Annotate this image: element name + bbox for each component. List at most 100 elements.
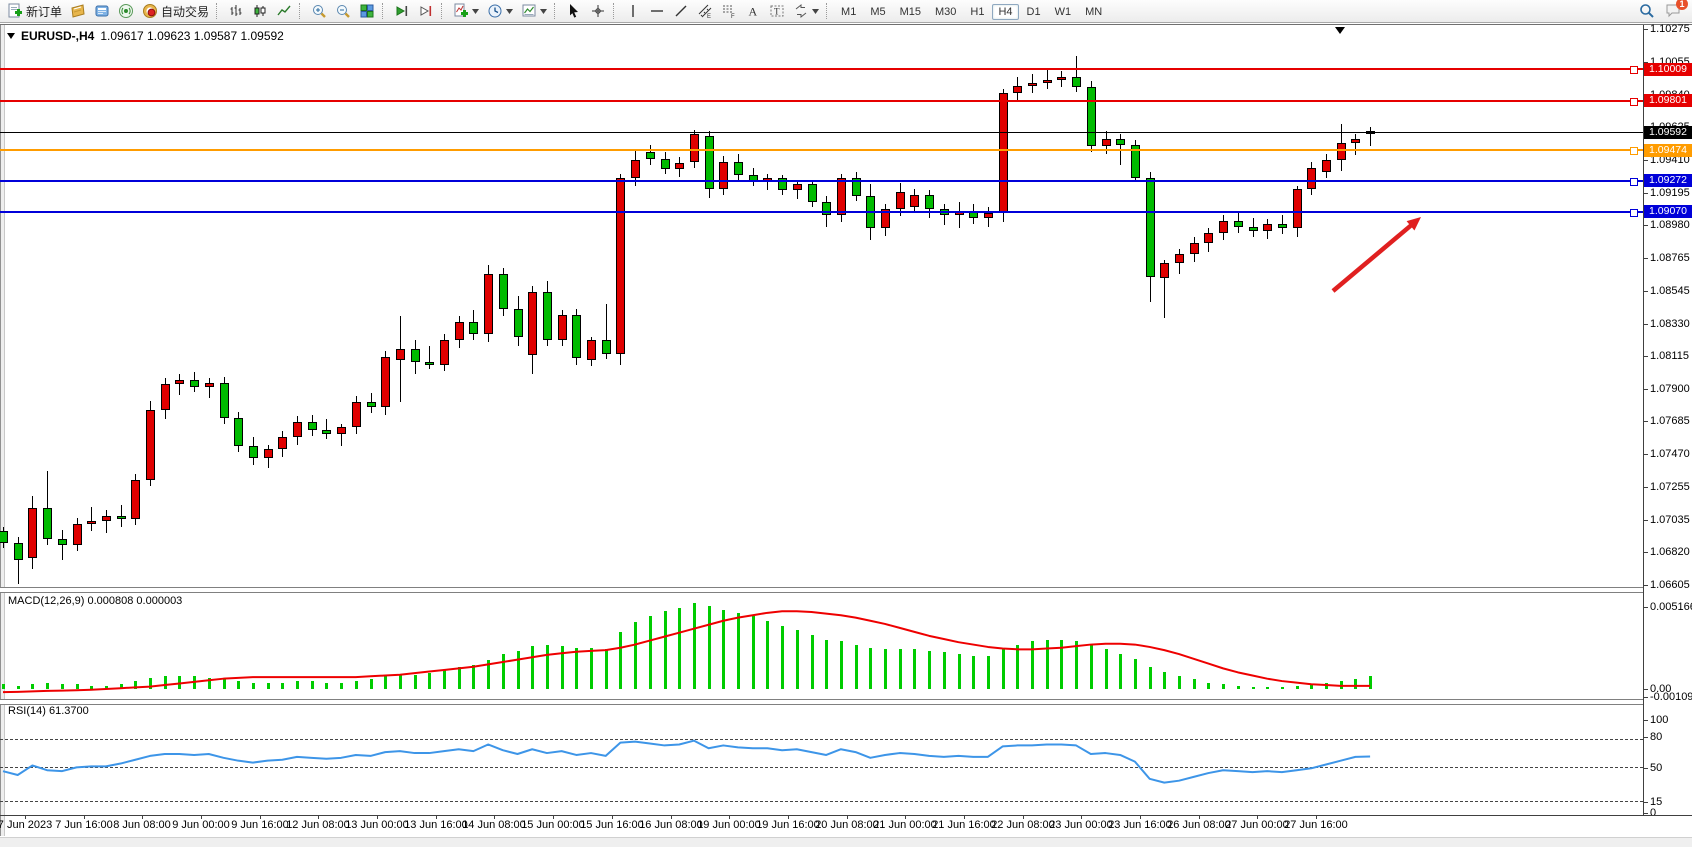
pane-splitter[interactable] <box>0 587 1643 593</box>
text-tool[interactable]: A <box>741 0 765 22</box>
macd-histogram-bar <box>619 632 622 689</box>
arrow-objects-icon <box>793 3 809 19</box>
auto-scroll-icon <box>394 3 410 19</box>
time-axis-label: 9 Jun 00:00 <box>172 819 230 831</box>
auto-scroll-button[interactable] <box>390 0 414 22</box>
macd-histogram-bar <box>1266 687 1269 689</box>
vertical-line-tool[interactable] <box>621 0 645 22</box>
candle-bullish <box>278 437 287 449</box>
toolbar-separator <box>554 3 559 19</box>
price-level-line[interactable] <box>0 68 1643 70</box>
macd-histogram-bar <box>664 611 667 689</box>
tab-timeframe-M1[interactable]: M1 <box>835 4 862 20</box>
price-level-line[interactable] <box>0 149 1643 151</box>
tab-timeframe-MN[interactable]: MN <box>1079 4 1108 20</box>
candle-wick <box>959 202 960 228</box>
market-watch-button[interactable] <box>66 0 90 22</box>
candlestick-chart-button[interactable] <box>248 0 272 22</box>
price-axis-label: 1.07470 <box>1650 448 1690 460</box>
text-label-tool[interactable]: T <box>765 0 789 22</box>
mt4-window: 新订单 自动交易 <box>0 0 1692 845</box>
candle-bearish <box>411 349 420 361</box>
annotation-arrow-head[interactable] <box>1407 217 1421 230</box>
terminal-button[interactable] <box>90 0 114 22</box>
trendline-tool[interactable] <box>669 0 693 22</box>
price-level-line[interactable] <box>0 211 1643 213</box>
candle-bearish <box>646 152 655 158</box>
fibonacci-tool[interactable]: F <box>717 0 741 22</box>
macd-histogram-bar <box>811 635 814 689</box>
fibonacci-icon: F <box>721 3 737 19</box>
tab-timeframe-W1[interactable]: W1 <box>1049 4 1078 20</box>
tab-timeframe-H1[interactable]: H1 <box>964 4 990 20</box>
line-handle[interactable] <box>1630 209 1638 217</box>
timeframe-group: M1M5M15M30H1H4D1W1MN <box>834 4 1109 18</box>
candle-bearish <box>220 383 229 418</box>
zoom-in-button[interactable] <box>307 0 331 22</box>
chart-shift-marker[interactable] <box>1335 27 1345 34</box>
notifications-button[interactable]: 1 <box>1665 2 1681 21</box>
tab-timeframe-D1[interactable]: D1 <box>1021 4 1047 20</box>
line-handle[interactable] <box>1630 98 1638 106</box>
candle-bearish <box>925 195 934 209</box>
pane-splitter[interactable] <box>0 699 1643 705</box>
ohlc-values: 1.09617 1.09623 1.09587 1.09592 <box>100 29 284 43</box>
tab-timeframe-H4[interactable]: H4 <box>992 4 1018 20</box>
line-chart-button[interactable] <box>272 0 296 22</box>
candle-bullish <box>616 178 625 354</box>
price-line-badge: 1.09070 <box>1644 205 1692 218</box>
crosshair-button[interactable] <box>586 0 610 22</box>
equidistant-channel-tool[interactable]: E <box>693 0 717 22</box>
price-axis-label: 1.06605 <box>1650 579 1690 591</box>
auto-trading-button[interactable]: 自动交易 <box>138 0 213 22</box>
macd-histogram-bar <box>913 649 916 689</box>
signals-button[interactable] <box>114 0 138 22</box>
window-left-edge <box>0 25 5 836</box>
macd-histogram-bar <box>678 608 681 689</box>
chart-shift-button[interactable] <box>414 0 438 22</box>
tab-timeframe-M5[interactable]: M5 <box>864 4 891 20</box>
indicators-button[interactable] <box>449 0 483 22</box>
zoom-out-button[interactable] <box>331 0 355 22</box>
macd-histogram-bar <box>487 660 490 689</box>
chevron-down-icon <box>540 9 547 14</box>
candle-bullish <box>102 516 111 521</box>
candle-bullish <box>910 195 919 207</box>
candle-bullish <box>558 315 567 341</box>
macd-label: MACD(12,26,9) 0.000808 0.000003 <box>8 595 182 607</box>
price-level-line[interactable] <box>0 180 1643 182</box>
arrows-tool[interactable] <box>789 0 823 22</box>
line-handle[interactable] <box>1630 178 1638 186</box>
bar-chart-button[interactable] <box>224 0 248 22</box>
tab-timeframe-M15[interactable]: M15 <box>894 4 927 20</box>
macd-histogram-bar <box>1105 649 1108 689</box>
macd-histogram-bar <box>943 652 946 689</box>
templates-button[interactable] <box>517 0 551 22</box>
new-order-button[interactable]: 新订单 <box>3 0 66 22</box>
candle-bullish <box>1322 160 1331 172</box>
svg-text:A: A <box>749 5 758 19</box>
symbol-collapse-icon[interactable] <box>7 33 15 39</box>
cursor-button[interactable] <box>562 0 586 22</box>
current-price-line[interactable] <box>0 132 1643 133</box>
time-axis-label: 15 Jun 16:00 <box>580 819 644 831</box>
periods-button[interactable] <box>483 0 517 22</box>
candle-wick <box>179 374 180 395</box>
macd-histogram-bar <box>223 679 226 689</box>
price-axis-label: 1.10275 <box>1650 23 1690 35</box>
time-axis-label: 20 Jun 08:00 <box>815 819 879 831</box>
search-icon[interactable] <box>1639 3 1655 19</box>
candle-wick <box>1355 134 1356 155</box>
tile-windows-button[interactable] <box>355 0 379 22</box>
annotation-arrow-shaft[interactable] <box>1333 223 1413 291</box>
rsi-level-line <box>0 801 1643 802</box>
macd-histogram-bar <box>575 648 578 689</box>
line-handle[interactable] <box>1630 147 1638 155</box>
window-bottom-strip <box>0 837 1692 847</box>
line-handle[interactable] <box>1630 66 1638 74</box>
tab-timeframe-M30[interactable]: M30 <box>929 4 962 20</box>
candle-bullish <box>1102 139 1111 147</box>
horizontal-line-tool[interactable] <box>645 0 669 22</box>
price-level-line[interactable] <box>0 100 1643 102</box>
macd-histogram-bar <box>105 686 108 689</box>
